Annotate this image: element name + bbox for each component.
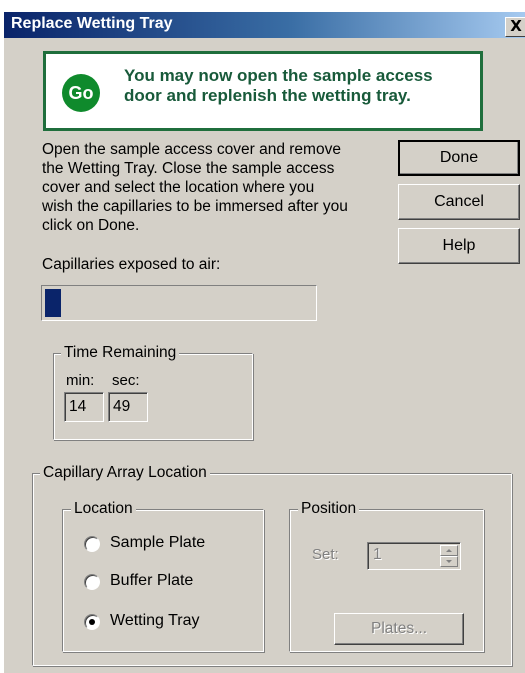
- cancel-button[interactable]: Cancel: [398, 184, 520, 220]
- spinner-buttons: [440, 545, 458, 567]
- minutes-value: 14: [64, 392, 104, 422]
- position-legend: Position: [298, 500, 360, 518]
- progress-bar-fill: [45, 289, 61, 317]
- set-label: Set:: [312, 546, 339, 563]
- capillary-array-location-legend: Capillary Array Location: [40, 464, 210, 482]
- go-message: You may now open the sample access door …: [124, 66, 474, 106]
- instructions-line-1: Open the sample access cover and remove: [42, 141, 341, 158]
- set-position-value: 1: [373, 546, 382, 563]
- spin-up-button: [440, 545, 458, 556]
- arrow-up-icon: [446, 549, 452, 552]
- minutes-label: min:: [66, 372, 95, 389]
- radio-circle[interactable]: [84, 536, 100, 552]
- help-button[interactable]: Help: [398, 228, 520, 264]
- go-message-line-1: You may now open the sample access: [124, 66, 433, 85]
- radio-label[interactable]: Buffer Plate: [110, 572, 193, 590]
- window-title: Replace Wetting Tray: [11, 15, 173, 32]
- close-icon: X: [510, 17, 522, 35]
- instructions-line-5: click on Done.: [42, 217, 140, 234]
- plates-button: Plates...: [334, 613, 464, 645]
- radio-circle[interactable]: [84, 614, 100, 630]
- seconds-value: 49: [108, 392, 148, 422]
- replace-wetting-tray-dialog: Replace Wetting Tray X Go You may now op…: [3, 11, 525, 673]
- radio-dot: [89, 619, 95, 625]
- instructions-line-3: cover and select the location where you: [42, 179, 315, 196]
- location-legend: Location: [71, 500, 136, 518]
- instructions-text: Open the sample access cover and remove …: [42, 140, 387, 235]
- instructions-line-4: wish the capillaries to be immersed afte…: [42, 198, 348, 215]
- seconds-label: sec:: [112, 372, 140, 389]
- radio-label[interactable]: Wetting Tray: [110, 612, 200, 630]
- arrow-down-icon: [446, 560, 452, 563]
- title-bar[interactable]: Replace Wetting Tray X: [4, 12, 525, 38]
- time-remaining-legend: Time Remaining: [61, 344, 180, 362]
- radio-circle[interactable]: [84, 574, 100, 590]
- go-icon: Go: [62, 74, 100, 112]
- radio-label[interactable]: Sample Plate: [110, 534, 205, 552]
- go-message-line-2: door and replenish the wetting tray.: [124, 86, 411, 105]
- go-banner: Go You may now open the sample access do…: [43, 51, 483, 131]
- done-button[interactable]: Done: [398, 140, 520, 176]
- set-position-spinner: 1: [367, 542, 461, 570]
- instructions-line-2: the Wetting Tray. Close the sample acces…: [42, 160, 335, 177]
- close-button[interactable]: X: [505, 17, 525, 37]
- air-exposure-progress-bar: [41, 285, 317, 321]
- capillaries-exposed-label: Capillaries exposed to air:: [42, 256, 221, 273]
- spin-down-button: [440, 556, 458, 567]
